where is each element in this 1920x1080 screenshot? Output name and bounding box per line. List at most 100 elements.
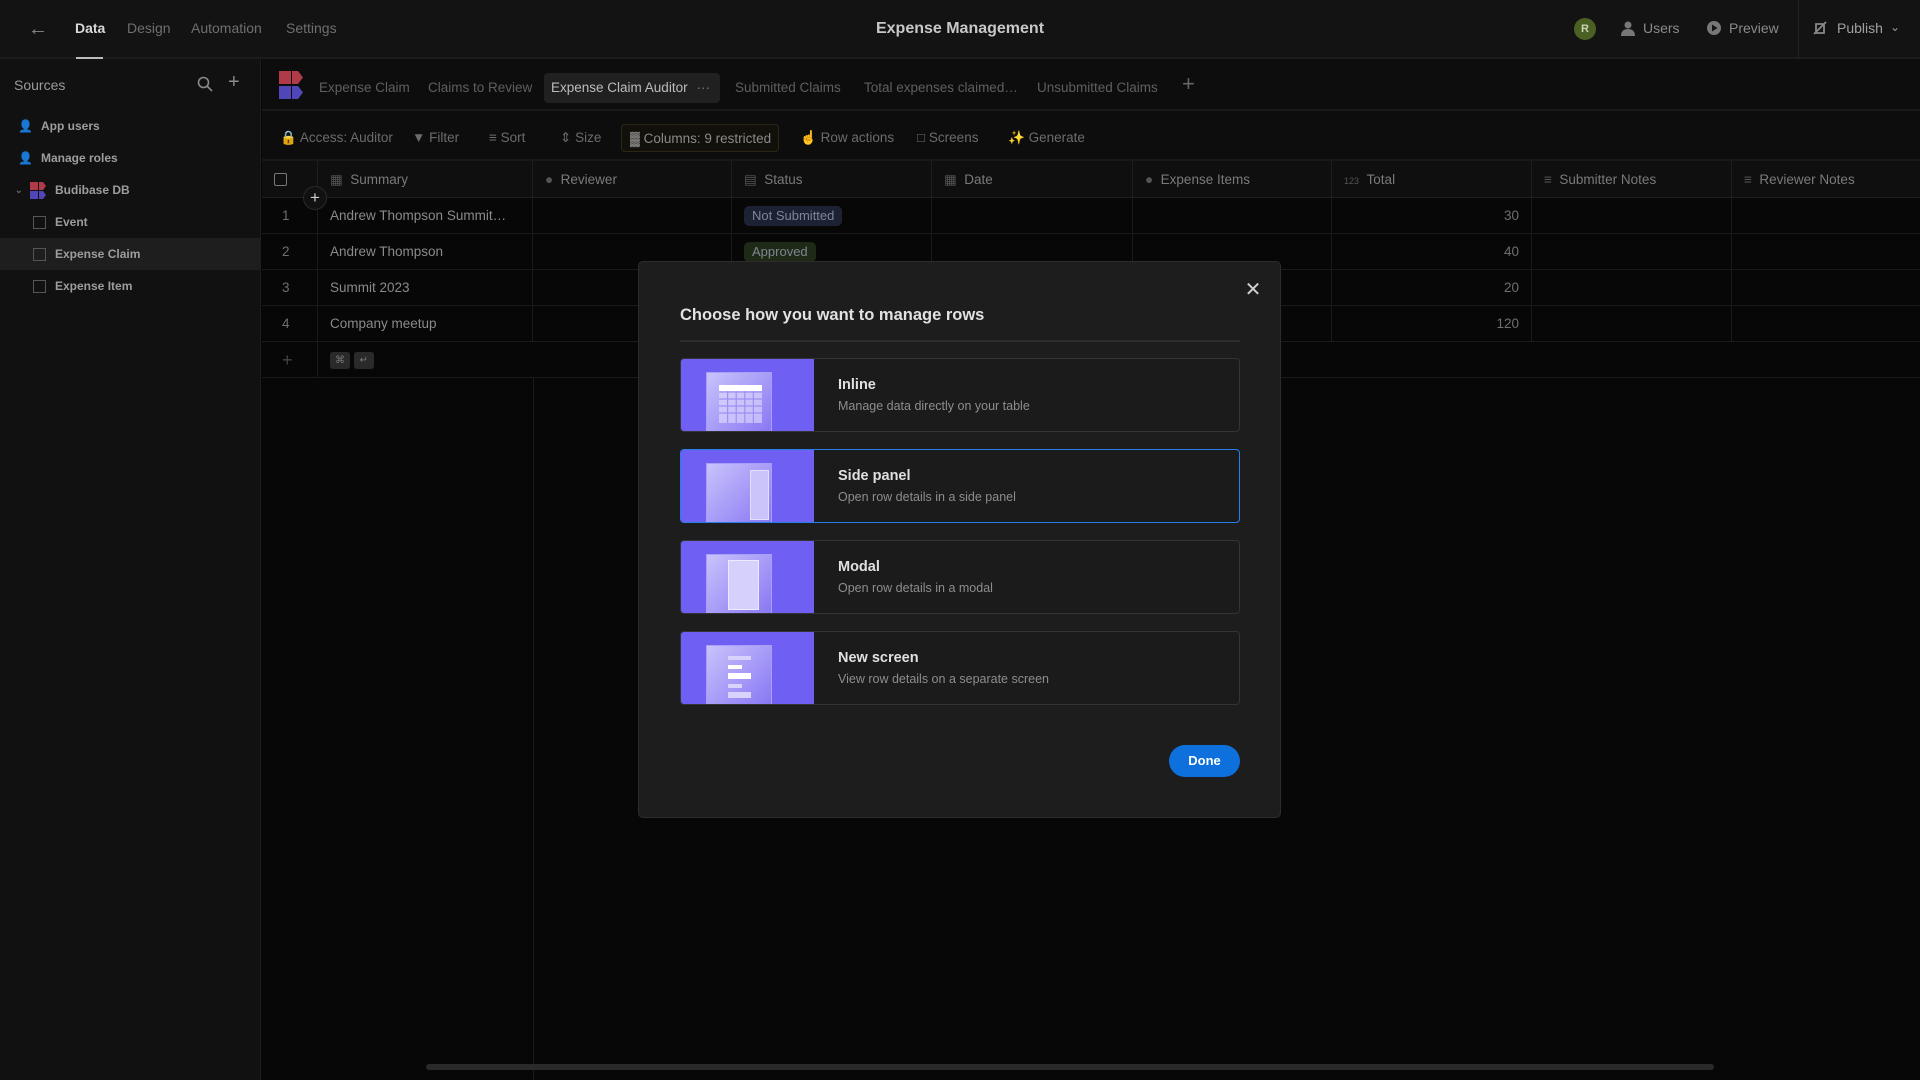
text-icon: ≡ [1744, 172, 1752, 187]
cell-empty[interactable] [1532, 198, 1732, 234]
chevron-down-icon: ⌄ [15, 185, 23, 195]
add-row-icon[interactable]: + [262, 342, 318, 378]
sidebar-item-budibase-db[interactable]: ⌄ Budibase DB [0, 174, 260, 206]
preview-button[interactable]: Preview [1729, 20, 1779, 36]
tab-expense-claim[interactable]: Expense Claim [312, 73, 417, 103]
add-column-button[interactable]: + [303, 186, 327, 210]
column-header-reviewer-notes[interactable]: ≡ Reviewer Notes [1732, 161, 1920, 198]
cell-empty[interactable] [1732, 234, 1920, 270]
new-screen-thumbnail-icon [681, 632, 814, 704]
option-title: Modal [838, 559, 880, 575]
sidebar-item-event[interactable]: Event [0, 206, 260, 238]
cell-empty[interactable] [533, 198, 732, 234]
row-actions-button[interactable]: ☝ Row actions [800, 124, 894, 152]
option-inline[interactable]: Inline Manage data directly on your tabl… [680, 358, 1240, 432]
option-title: New screen [838, 650, 919, 666]
table-row[interactable]: 1 Andrew Thompson Summit… Not Submitted 30 [262, 198, 1920, 234]
access-button[interactable]: 🔒 Access: Auditor [280, 124, 393, 152]
table-header: ▦ Summary ● Reviewer ▤ Status ▦ Date ● E… [262, 161, 1920, 198]
cell-summary[interactable]: Summit 2023 [318, 270, 533, 306]
size-button[interactable]: ⇕ Size [560, 124, 601, 152]
columns-button[interactable]: ▓ Columns: 9 restricted [621, 124, 780, 152]
modal-thumbnail-icon [681, 541, 814, 613]
cell-summary[interactable]: Andrew Thompson [318, 234, 533, 270]
columns-icon: ▓ [630, 131, 640, 146]
sort-button[interactable]: ≡ Sort [489, 124, 525, 152]
cell-status[interactable]: Not Submitted [732, 198, 932, 234]
option-description: Open row details in a modal [838, 581, 993, 595]
cell-empty[interactable] [1532, 270, 1732, 306]
done-button[interactable]: Done [1169, 745, 1240, 777]
sidebar-item-manage-roles[interactable]: 👤 Manage roles [0, 142, 260, 174]
sidebar-item-expense-item[interactable]: Expense Item [0, 270, 260, 302]
column-divider [533, 378, 534, 1080]
column-header-submitter-notes[interactable]: ≡ Submitter Notes [1532, 161, 1732, 198]
status-badge: Not Submitted [744, 206, 843, 226]
tab-claims-to-review[interactable]: Claims to Review [421, 73, 539, 103]
cell-total[interactable]: 40 [1332, 234, 1532, 270]
row-number[interactable]: 2 [262, 234, 318, 270]
search-icon[interactable] [197, 76, 213, 92]
side-panel-thumbnail-icon [681, 450, 814, 522]
chevron-down-icon[interactable]: ⌄ [1890, 20, 1900, 34]
table-icon [33, 280, 46, 293]
column-header-summary[interactable]: ▦ Summary [318, 161, 533, 198]
avatar[interactable]: R [1574, 18, 1596, 40]
column-header-reviewer[interactable]: ● Reviewer [533, 161, 732, 198]
sidebar-item-expense-claim[interactable]: Expense Claim [0, 238, 260, 270]
cell-summary[interactable]: Company meetup [318, 306, 533, 342]
option-description: Open row details in a side panel [838, 490, 1016, 504]
cell-empty[interactable] [932, 198, 1133, 234]
cell-empty[interactable] [1133, 198, 1332, 234]
horizontal-scrollbar[interactable] [426, 1064, 1714, 1070]
column-header-total[interactable]: 123 Total [1332, 161, 1532, 198]
sources-sidebar: Sources + 👤 App users 👤 Manage roles ⌄ Budi… [0, 59, 261, 1080]
generate-button[interactable]: ✨ Generate [1008, 124, 1085, 152]
cell-summary[interactable]: Andrew Thompson Summit… [318, 198, 533, 234]
screen-icon: □ [917, 130, 926, 145]
sidebar-item-app-users[interactable]: 👤 App users [0, 110, 260, 142]
publish-button[interactable]: Publish [1837, 20, 1883, 36]
close-icon[interactable]: ✕ [1243, 280, 1263, 300]
filter-button[interactable]: ▼ Filter [412, 124, 459, 152]
cell-empty[interactable] [1732, 198, 1920, 234]
column-header-status[interactable]: ▤ Status [732, 161, 932, 198]
cell-total[interactable]: 120 [1332, 306, 1532, 342]
option-description: View row details on a separate screen [838, 672, 1049, 686]
tab-submitted-claims[interactable]: Submitted Claims [728, 73, 848, 103]
cell-empty[interactable] [1532, 234, 1732, 270]
cmd-key-icon: ⌘ [330, 351, 350, 369]
row-number[interactable]: 3 [262, 270, 318, 306]
sources-heading: Sources [14, 77, 66, 93]
tab-unsubmitted-claims[interactable]: Unsubmitted Claims [1030, 73, 1165, 103]
cell-empty[interactable] [1732, 270, 1920, 306]
column-header-date[interactable]: ▦ Date [932, 161, 1133, 198]
text-icon: ≡ [1544, 172, 1552, 187]
calendar-icon: ▦ [944, 172, 957, 187]
column-header-expense-items[interactable]: ● Expense Items [1133, 161, 1332, 198]
manage-rows-modal: ✕ Choose how you want to manage rows Inl… [638, 261, 1281, 818]
option-side-panel[interactable]: Side panel Open row details in a side pa… [680, 449, 1240, 523]
tab-total-expenses[interactable]: Total expenses claimed… [857, 73, 1025, 103]
option-new-screen[interactable]: New screen View row details on a separat… [680, 631, 1240, 705]
row-number[interactable]: 4 [262, 306, 318, 342]
tab-label: Expense Claim Auditor [551, 80, 688, 95]
budibase-logo-icon [279, 71, 305, 99]
formula-icon: ▦ [330, 172, 343, 187]
tab-expense-claim-auditor[interactable]: Expense Claim Auditor ··· [544, 73, 720, 103]
cell-total[interactable]: 30 [1332, 198, 1532, 234]
option-modal[interactable]: Modal Open row details in a modal [680, 540, 1240, 614]
cell-empty[interactable] [1532, 306, 1732, 342]
view-tabs: Expense Claim Claims to Review Expense C… [262, 59, 1920, 111]
publish-icon [1812, 20, 1828, 36]
add-source-icon[interactable]: + [228, 71, 240, 94]
more-options-icon[interactable]: ··· [697, 73, 711, 103]
cell-empty[interactable] [1732, 306, 1920, 342]
cell-total[interactable]: 20 [1332, 270, 1532, 306]
divider [680, 340, 1240, 342]
top-bar: ← Data Design Automation Settings Expens… [0, 0, 1920, 59]
users-button[interactable]: Users [1643, 20, 1680, 36]
screens-button[interactable]: □ Screens [917, 124, 978, 152]
add-view-icon[interactable]: + [1182, 71, 1195, 97]
options-icon: ▤ [744, 172, 757, 187]
